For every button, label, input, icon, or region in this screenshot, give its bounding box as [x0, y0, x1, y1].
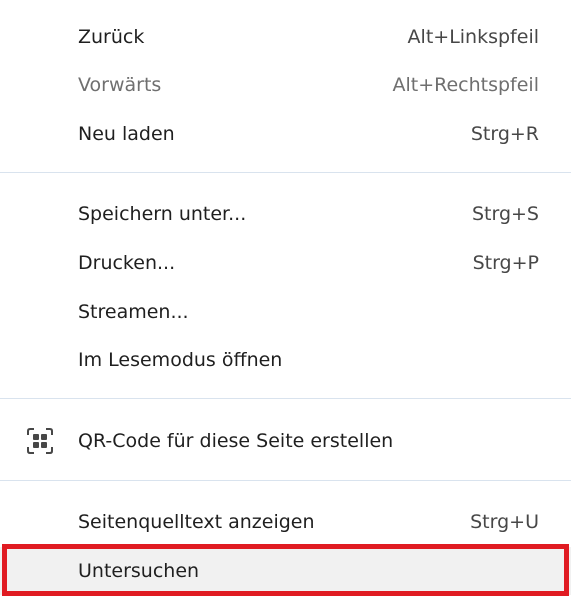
menu-item-reading-mode[interactable]: Im Lesemodus öffnen	[0, 336, 571, 384]
menu-item-label: Streamen...	[78, 301, 189, 323]
menu-item-label: Speichern unter...	[78, 203, 247, 225]
menu-item-shortcut: Alt+Linkspfeil	[407, 26, 539, 48]
menu-item-label: Untersuchen	[78, 560, 200, 582]
menu-item-label: Vorwärts	[78, 74, 162, 96]
qr-code-icon	[27, 428, 53, 454]
menu-item-label: Zurück	[78, 26, 145, 48]
menu-item-cast[interactable]: Streamen...	[0, 288, 571, 336]
menu-separator	[0, 172, 571, 173]
menu-item-label: Neu laden	[78, 123, 175, 145]
menu-item-label: Im Lesemodus öffnen	[78, 349, 283, 371]
menu-item-shortcut: Strg+R	[470, 123, 539, 145]
menu-item-shortcut: Strg+S	[471, 203, 539, 225]
menu-item-inspect[interactable]: Untersuchen	[0, 547, 571, 595]
menu-item-save-as[interactable]: Speichern unter... Strg+S	[0, 190, 571, 238]
menu-separator	[0, 398, 571, 399]
menu-item-label: QR-Code für diese Seite erstellen	[78, 430, 394, 452]
menu-item-label: Drucken...	[78, 252, 176, 274]
menu-item-label: Seitenquelltext anzeigen	[78, 511, 315, 533]
menu-item-shortcut: Strg+U	[470, 511, 539, 533]
menu-item-view-source[interactable]: Seitenquelltext anzeigen Strg+U	[0, 498, 571, 546]
menu-item-shortcut: Alt+Rechtspfeil	[392, 74, 539, 96]
menu-item-qr-code[interactable]: QR-Code für diese Seite erstellen	[0, 417, 571, 465]
menu-item-reload[interactable]: Neu laden Strg+R	[0, 110, 571, 158]
menu-item-back[interactable]: Zurück Alt+Linkspfeil	[0, 13, 571, 61]
menu-item-forward: Vorwärts Alt+Rechtspfeil	[0, 61, 571, 109]
menu-item-print[interactable]: Drucken... Strg+P	[0, 239, 571, 287]
menu-separator	[0, 480, 571, 481]
context-menu: Zurück Alt+Linkspfeil Vorwärts Alt+Recht…	[0, 0, 571, 600]
menu-item-shortcut: Strg+P	[472, 252, 539, 274]
